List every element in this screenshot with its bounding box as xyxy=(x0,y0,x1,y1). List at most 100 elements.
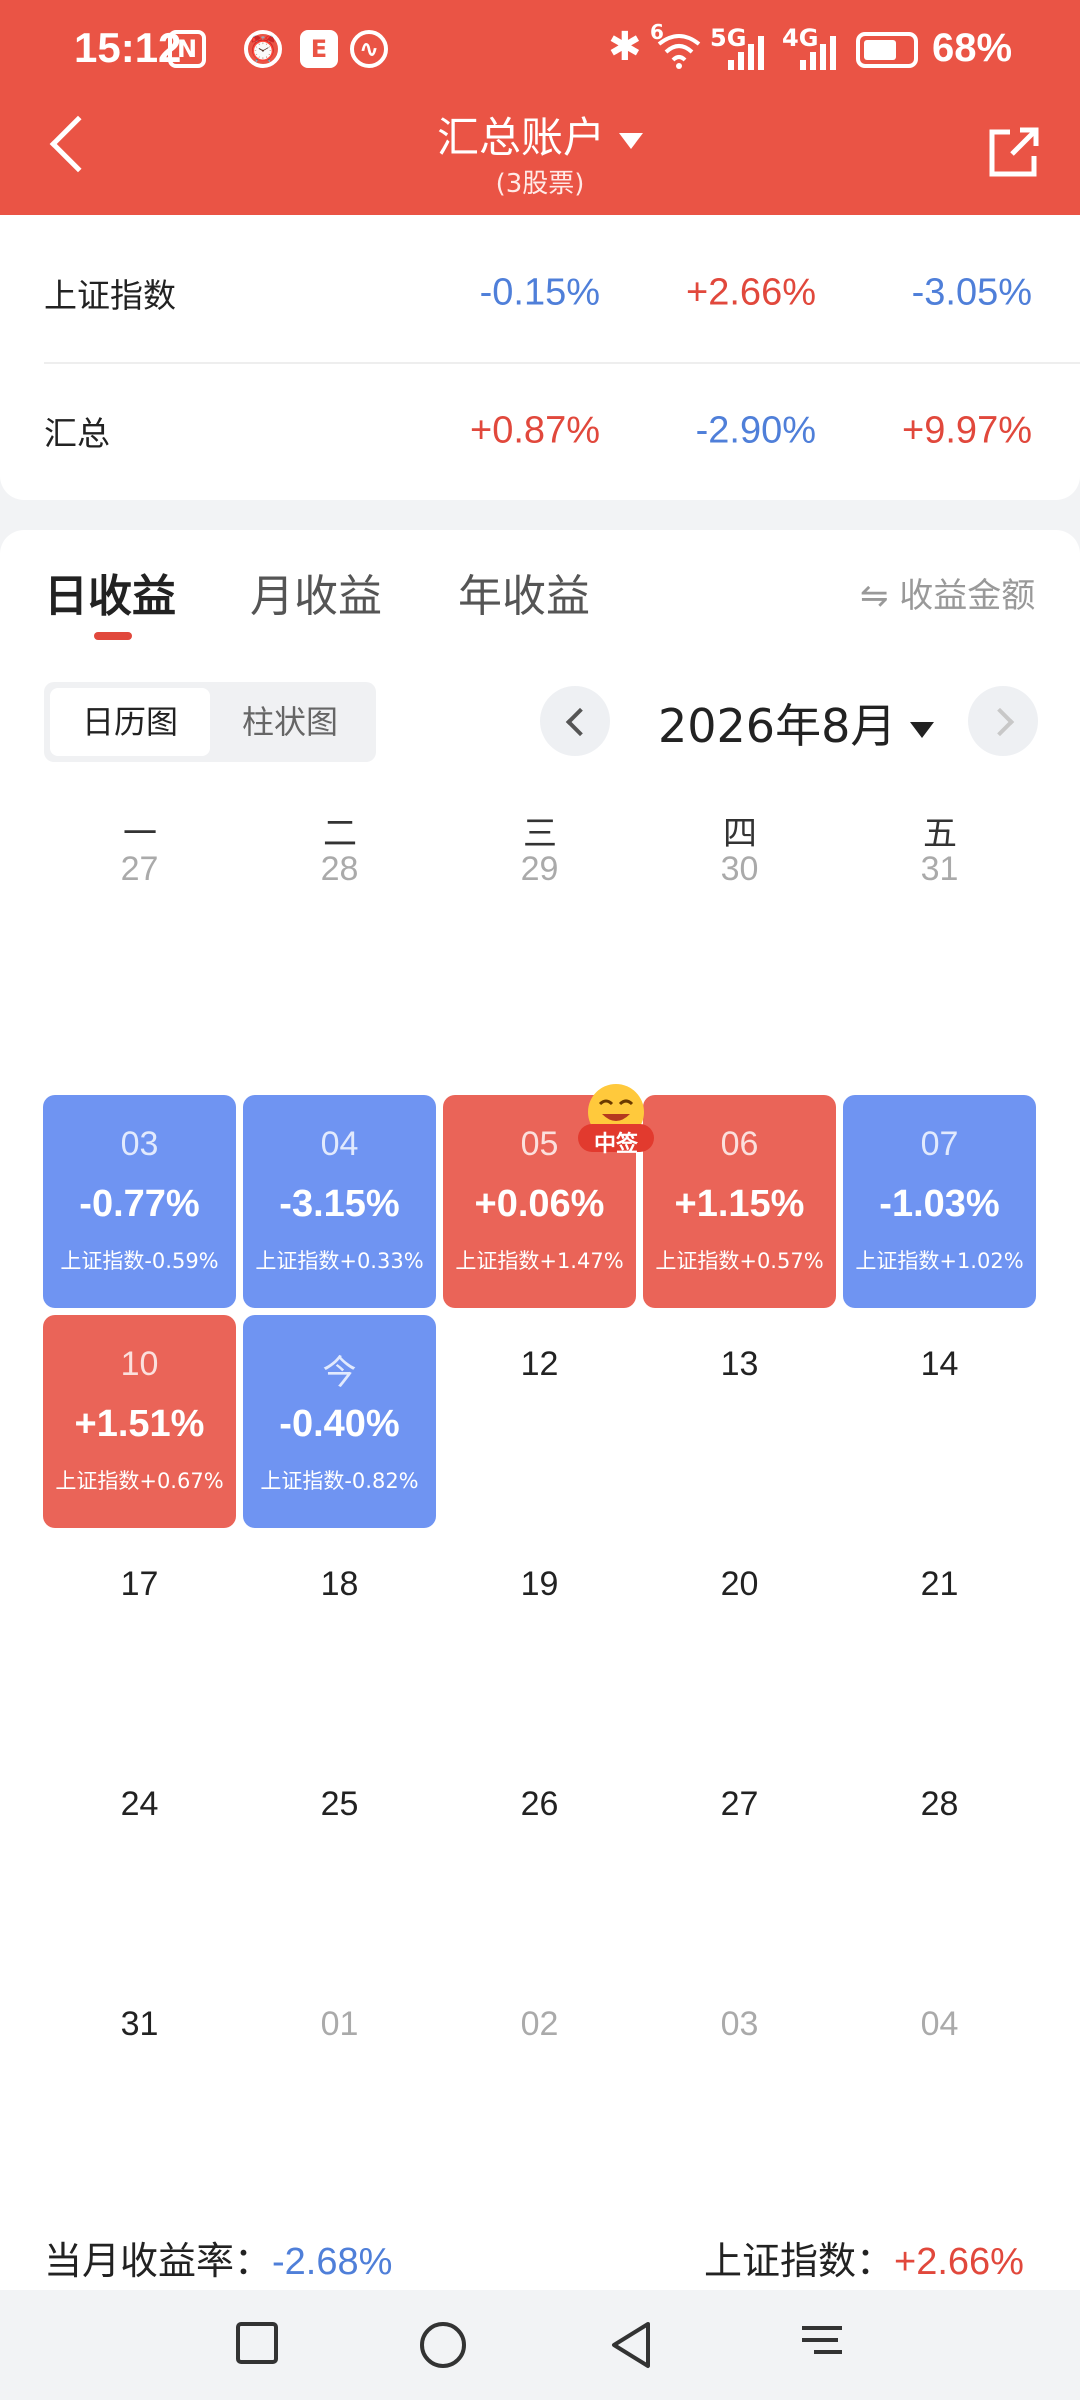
calendar-day[interactable]: 17 xyxy=(43,1535,236,1748)
day-number: 04 xyxy=(320,1125,359,1163)
month-return-label: 当月收益率： xyxy=(44,2239,273,2283)
index-return-label: 上证指数： xyxy=(704,2239,895,2283)
day-index-change: 上证指数+0.33% xyxy=(255,1249,424,1273)
day-number: 25 xyxy=(320,1785,359,1823)
day-number: 18 xyxy=(320,1565,359,1603)
calendar-day[interactable]: 20 xyxy=(643,1535,836,1748)
day-return: +0.06% xyxy=(474,1183,605,1225)
signal-5g-icon xyxy=(728,34,768,70)
day-number: 10 xyxy=(120,1345,159,1383)
calendar-day[interactable]: 28 xyxy=(843,1755,1036,1968)
day-number: 01 xyxy=(320,2005,359,2043)
calendar-day[interactable]: 12 xyxy=(443,1315,636,1528)
calendar-day[interactable]: 03 -0.77% 上证指数-0.59% xyxy=(43,1095,236,1308)
calendar-day[interactable]: 26 xyxy=(443,1755,636,1968)
index-row-summary: 汇总 +0.87% -2.90% +9.97% xyxy=(44,366,1040,496)
day-index-change: 上证指数-0.82% xyxy=(260,1469,419,1493)
calendar-day[interactable]: 今 -0.40% 上证指数-0.82% xyxy=(243,1315,436,1528)
dropdown-caret-icon xyxy=(619,132,643,149)
calendar-day[interactable]: 30 xyxy=(643,820,836,1033)
calendar-day[interactable]: 07 -1.03% 上证指数+1.02% xyxy=(843,1095,1036,1308)
signal-4g-icon xyxy=(800,34,840,70)
lottery-win-badge: 中签 xyxy=(570,1080,662,1160)
index-row-shanghai: 上证指数 -0.15% +2.66% -3.05% xyxy=(44,228,1040,358)
share-icon[interactable] xyxy=(986,124,1042,180)
calendar-day[interactable]: 31 xyxy=(43,1975,236,2188)
calendar-day[interactable]: 01 xyxy=(243,1975,436,2188)
day-number: 17 xyxy=(120,1565,159,1603)
day-number: 28 xyxy=(320,850,359,888)
day-number: 21 xyxy=(920,1565,959,1603)
tab-monthly[interactable]: 月收益 xyxy=(250,560,382,624)
day-number: 06 xyxy=(720,1125,759,1163)
calendar-day[interactable]: 13 xyxy=(643,1315,836,1528)
calendar-day[interactable]: 27 xyxy=(643,1755,836,1968)
view-option-bar[interactable]: 柱状图 xyxy=(210,688,370,756)
calendar-day[interactable]: 04 xyxy=(843,1975,1036,2188)
battery-icon xyxy=(856,32,918,68)
calendar-day[interactable]: 25 xyxy=(243,1755,436,1968)
row-divider xyxy=(44,362,1080,364)
calendar-day[interactable]: 28 xyxy=(243,820,436,1033)
system-nav-bar xyxy=(0,2290,1080,2400)
status-time: 15:12 xyxy=(74,24,182,71)
switch-amount-button[interactable]: ⇋ 收益金额 xyxy=(860,568,1035,617)
calendar-day[interactable]: 10 +1.51% 上证指数+0.67% xyxy=(43,1315,236,1528)
month-caret-icon xyxy=(910,721,935,738)
day-return: -0.40% xyxy=(279,1403,400,1445)
account-selector[interactable]: 汇总账户 xyxy=(0,104,1080,165)
returns-card: 日收益 月收益 年收益 ⇋ 收益金额 日历图 柱状图 2026年8月 一 二 三… xyxy=(0,530,1080,2290)
row-label: 汇总 xyxy=(44,414,110,453)
nfc-icon: N xyxy=(168,30,206,68)
calendar-day[interactable]: 03 xyxy=(643,1975,836,2188)
lottery-badge-label: 中签 xyxy=(593,1132,638,1157)
page-subtitle: (3股票) xyxy=(495,169,585,199)
day-number: 28 xyxy=(920,1785,959,1823)
wifi-icon xyxy=(657,34,701,69)
day-number: 03 xyxy=(120,1125,159,1163)
calendar-day[interactable]: 14 xyxy=(843,1315,1036,1528)
day-number: 03 xyxy=(720,2005,759,2043)
calendar-day[interactable]: 04 -3.15% 上证指数+0.33% xyxy=(243,1095,436,1308)
day-return: -0.77% xyxy=(79,1183,200,1225)
calendar-day[interactable]: 24 xyxy=(43,1755,236,1968)
battery-percent: 68% xyxy=(932,26,1013,70)
calendar-day[interactable]: 31 xyxy=(843,820,1036,1033)
next-month-button[interactable] xyxy=(968,686,1038,756)
calendar-day[interactable]: 29 xyxy=(443,820,636,1033)
prev-month-button[interactable] xyxy=(540,686,610,756)
month-return-summary: 当月收益率：-2.68% xyxy=(44,2230,392,2285)
calendar-day[interactable]: 06 +1.15% 上证指数+0.57% xyxy=(643,1095,836,1308)
calendar-day[interactable]: 27 xyxy=(43,820,236,1033)
day-number: 31 xyxy=(920,850,959,888)
day-number: 27 xyxy=(120,850,159,888)
calendar-day[interactable]: 19 xyxy=(443,1535,636,1748)
bluetooth-icon: ✱ xyxy=(608,24,642,70)
back-nav-icon[interactable] xyxy=(608,2320,654,2370)
calendar-day[interactable]: 18 xyxy=(243,1535,436,1748)
index-return-value: +2.66% xyxy=(894,2241,1024,2283)
month-label: 2026年8月 xyxy=(658,699,897,753)
month-selector[interactable]: 2026年8月 xyxy=(658,690,935,756)
day-number: 31 xyxy=(120,2005,159,2043)
view-toggle: 日历图 柱状图 xyxy=(44,682,376,762)
menu-icon[interactable] xyxy=(798,2320,848,2366)
view-option-calendar[interactable]: 日历图 xyxy=(50,688,210,756)
calendar-day[interactable]: 21 xyxy=(843,1535,1036,1748)
tab-daily[interactable]: 日收益 xyxy=(44,560,176,624)
tab-yearly[interactable]: 年收益 xyxy=(458,560,590,624)
page-title: 汇总账户 xyxy=(436,113,605,162)
home-icon[interactable] xyxy=(418,2320,468,2370)
recent-apps-icon[interactable] xyxy=(234,2320,280,2366)
day-number: 04 xyxy=(920,2005,959,2043)
row-label: 上证指数 xyxy=(44,276,176,315)
day-return: +1.15% xyxy=(674,1183,805,1225)
month-return-value: -2.68% xyxy=(272,2241,393,2283)
day-index-change: 上证指数-0.59% xyxy=(60,1249,219,1273)
calendar-day[interactable]: 02 xyxy=(443,1975,636,2188)
audio-icon: ∿ xyxy=(350,30,388,68)
day-number: 14 xyxy=(920,1345,959,1383)
index-return-summary: 上证指数：+2.66% xyxy=(704,2230,1024,2285)
day-return: -3.15% xyxy=(279,1183,400,1225)
day-return: -1.03% xyxy=(879,1183,1000,1225)
